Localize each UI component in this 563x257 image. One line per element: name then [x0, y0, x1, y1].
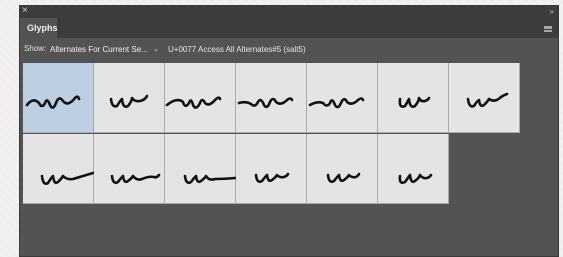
- show-dropdown[interactable]: Alternates For Current Se...: [50, 43, 162, 56]
- glyph-w-tail-icon: [183, 174, 236, 185]
- tab-glyphs[interactable]: Glyphs: [20, 18, 58, 38]
- glyph-w-icon: [109, 94, 149, 108]
- glyph-w-icon: [466, 92, 509, 108]
- glyph-w-swash-icon: [25, 95, 81, 109]
- glyph-w-tail-icon: [110, 173, 161, 185]
- panel-menu-icon[interactable]: [544, 26, 552, 32]
- glyph-w-icon: [254, 172, 290, 184]
- glyph-cell[interactable]: [165, 63, 236, 133]
- glyph-cell[interactable]: [236, 134, 307, 204]
- glyph-cell[interactable]: [236, 63, 307, 133]
- glyph-cell[interactable]: [378, 63, 449, 133]
- glyph-w-swash-icon: [237, 97, 294, 109]
- glyph-cell[interactable]: [307, 63, 378, 133]
- glyph-w-swash-icon: [308, 97, 365, 109]
- glyph-cell[interactable]: [23, 134, 94, 204]
- glyph-w-icon: [326, 172, 361, 184]
- background: × » Glyphs Show: Alternates For Current …: [0, 0, 563, 257]
- collapse-panel-icon[interactable]: »: [550, 7, 555, 17]
- glyph-w-tail-icon: [40, 171, 94, 185]
- glyph-cell[interactable]: [449, 63, 520, 133]
- show-label: Show:: [24, 44, 47, 53]
- panel-titlebar: × » Glyphs: [20, 5, 558, 38]
- glyph-cell[interactable]: [165, 134, 236, 204]
- glyph-cell[interactable]: [94, 63, 165, 133]
- glyph-w-swash-icon: [165, 96, 222, 109]
- glyph-cell[interactable]: [94, 134, 165, 204]
- glyph-cell[interactable]: [23, 63, 94, 133]
- chevron-down-icon[interactable]: ⌄: [153, 43, 159, 56]
- close-icon[interactable]: ×: [22, 5, 28, 17]
- glyph-cell[interactable]: [378, 134, 449, 204]
- glyph-cell[interactable]: [307, 134, 378, 204]
- glyph-w-icon: [398, 96, 431, 108]
- glyph-info-text: U+0077 Access All Alternates#5 (salt5): [168, 45, 306, 54]
- glyphs-panel: × » Glyphs Show: Alternates For Current …: [19, 5, 559, 257]
- glyph-w-icon: [398, 173, 433, 185]
- glyphs-toolbar: Show: Alternates For Current Se... ⌄ U+0…: [20, 38, 558, 60]
